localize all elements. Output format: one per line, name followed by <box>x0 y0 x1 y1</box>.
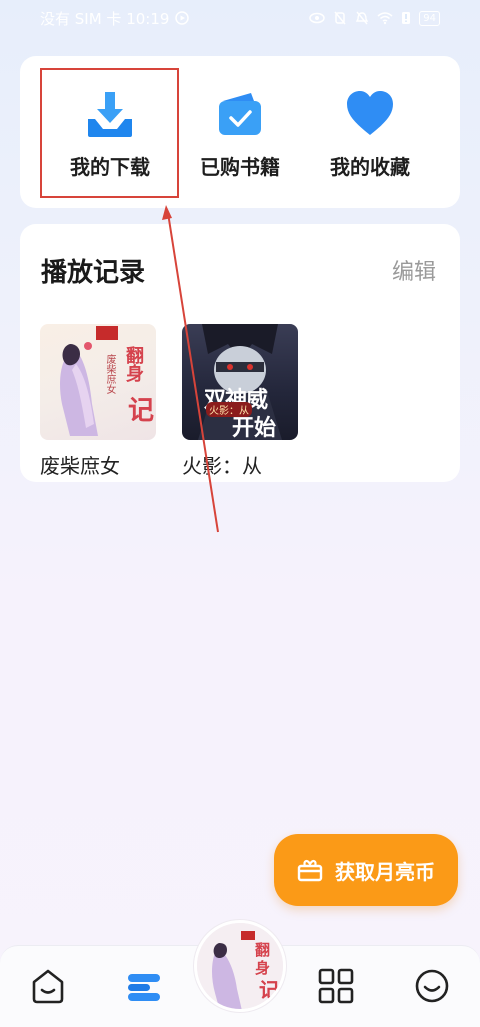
fab-label: 获取月亮币 <box>335 859 435 884</box>
mute-icon <box>334 11 346 25</box>
book-cover: 翻身 记 废柴庶女 <box>40 324 156 440</box>
get-moon-coins-button[interactable]: 获取月亮币 <box>274 834 458 906</box>
book-title: 废柴庶女 <box>40 454 120 478</box>
purchased-books-label: 已购书籍 <box>200 155 280 179</box>
cover-title-b: 记 <box>128 396 155 426</box>
history-book-item[interactable]: 翻身 记 废柴庶女 废柴庶女 <box>40 324 156 478</box>
sim-alert-icon <box>402 12 411 24</box>
status-time-text: 没有 SIM 卡 10:19 <box>40 9 170 28</box>
purchased-books-icon <box>219 93 261 135</box>
cover-subtitle: 废柴庶女 <box>104 354 115 394</box>
book-title: 火影：从 <box>182 454 262 478</box>
svg-text:翻: 翻 <box>255 941 270 959</box>
bookshelf-icon[interactable] <box>124 966 164 1006</box>
heart-icon <box>347 91 393 135</box>
edit-button[interactable]: 编辑 <box>392 254 436 286</box>
cover-title-a: 翻身 <box>123 346 144 382</box>
media-playing-icon <box>175 11 190 25</box>
cover-title-b: 开始 <box>232 416 277 440</box>
gift-box-icon <box>297 860 323 882</box>
purchased-books-button[interactable]: 已购书籍 <box>170 56 310 208</box>
history-title: 播放记录 <box>41 258 146 288</box>
my-favorites-label: 我的收藏 <box>330 155 410 179</box>
now-playing-disc[interactable]: 翻 身 记 <box>194 920 286 1012</box>
home-icon[interactable] <box>28 966 68 1006</box>
my-favorites-button[interactable]: 我的收藏 <box>300 56 440 208</box>
wifi-icon <box>377 12 393 25</box>
history-book-item[interactable]: 双神威 火影：从 开始 火影：从 <box>182 324 298 478</box>
apps-grid-icon[interactable] <box>316 966 356 1006</box>
profile-smile-icon[interactable] <box>412 966 452 1006</box>
battery-indicator: 94 <box>419 10 440 26</box>
status-bar: 没有 SIM 卡 10:19 94 <box>0 0 480 36</box>
svg-text:身: 身 <box>255 959 270 977</box>
eye-icon <box>309 12 326 24</box>
dnd-icon <box>356 11 369 25</box>
playback-history-card: 播放记录 编辑 翻身 记 废柴庶女 废柴庶女 双神威 火影：从 开始 火影：从 <box>20 224 460 482</box>
annotation-highlight-box <box>40 68 179 198</box>
book-cover: 双神威 火影：从 开始 <box>182 324 298 440</box>
